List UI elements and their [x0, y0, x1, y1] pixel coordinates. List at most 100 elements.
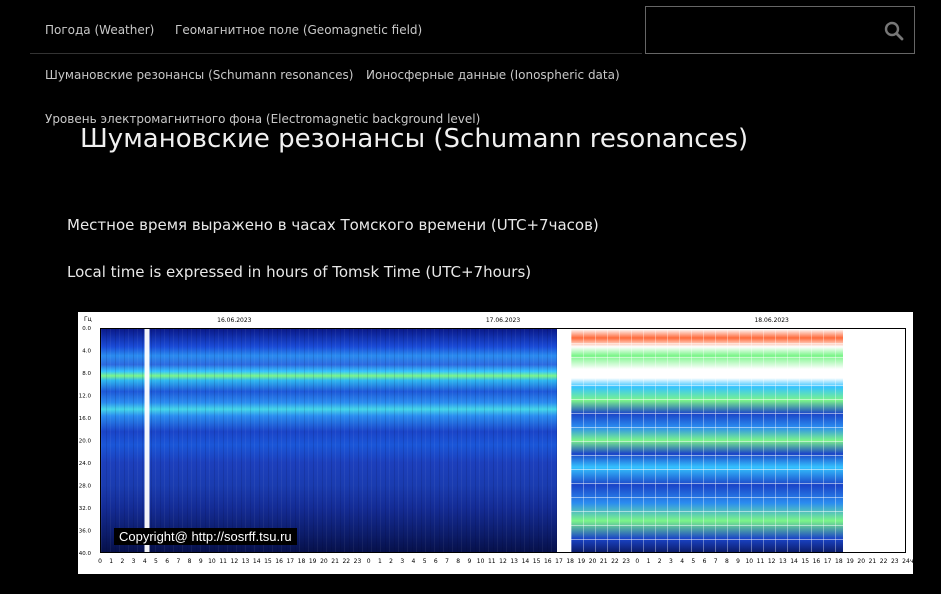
- schumann-spectrogram: Гц 0.0 4.0 8.0 12.0 16.0 20.0 24.0 28.0 32.0 36.0 4…: [78, 312, 913, 574]
- x-tick-label: 8: [456, 558, 460, 565]
- x-tick-label: 20: [589, 558, 597, 565]
- x-tick-label: 6: [165, 558, 169, 565]
- x-tick-label: 9: [468, 558, 472, 565]
- x-tick-label: 17: [286, 558, 294, 565]
- x-tick-label: 15: [264, 558, 272, 565]
- y-tick-label: 40.0: [79, 551, 92, 557]
- y-tick-label: 20.0: [79, 439, 92, 445]
- x-tick-label: 19: [309, 558, 317, 565]
- x-tick-label: 1: [109, 558, 113, 565]
- y-tick-label: 12.0: [79, 394, 92, 400]
- nav-ionospheric-data[interactable]: Ионосферные данные (Ionospheric data): [366, 68, 620, 82]
- y-tick-label: 8.0: [82, 371, 91, 377]
- x-tick-label: 0: [635, 558, 639, 565]
- x-tick-label: 22: [611, 558, 619, 565]
- nav-divider: [30, 53, 642, 54]
- x-tick-label: 23: [354, 558, 362, 565]
- x-tick-label: 5: [154, 558, 158, 565]
- x-tick-label: 10: [745, 558, 753, 565]
- x-tick-label: 13: [779, 558, 787, 565]
- y-tick-label: 32.0: [79, 506, 92, 512]
- date-label: 18.06.2023: [754, 317, 789, 324]
- x-tick-label: 5: [423, 558, 427, 565]
- y-tick-label: 28.0: [79, 484, 92, 490]
- x-tick-label: 16: [813, 558, 821, 565]
- x-tick-label: 2: [389, 558, 393, 565]
- x-tick-label: 21: [331, 558, 339, 565]
- x-tick-label: 0: [98, 558, 102, 565]
- x-tick-label: 5: [691, 558, 695, 565]
- x-tick-label: 16: [544, 558, 552, 565]
- x-tick-label: 15: [533, 558, 541, 565]
- y-tick-label: 24.0: [79, 461, 92, 467]
- nav-weather[interactable]: Погода (Weather): [45, 23, 154, 37]
- x-tick-label: 12: [499, 558, 507, 565]
- x-tick-label: 18: [298, 558, 306, 565]
- x-tick-label: 17: [824, 558, 832, 565]
- x-tick-label: 13: [242, 558, 250, 565]
- copyright-label: Copyright@ http://sosrff.tsu.ru: [114, 528, 297, 545]
- timezone-note-ru: Местное время выражено в часах Томского …: [67, 216, 599, 234]
- x-tick-label: 7: [445, 558, 449, 565]
- x-axis-unit: час: [910, 558, 913, 565]
- x-tick-label: 0: [367, 558, 371, 565]
- x-tick-label: 2: [120, 558, 124, 565]
- y-tick-label: 0.0: [82, 326, 91, 332]
- x-tick-label: 20: [320, 558, 328, 565]
- x-tick-label: 14: [253, 558, 261, 565]
- page-title: Шумановские резонансы (Schumann resonanc…: [80, 124, 749, 154]
- y-tick-label: 36.0: [79, 529, 92, 535]
- search-input[interactable]: [654, 15, 874, 45]
- x-tick-label: 23: [622, 558, 630, 565]
- x-tick-label: 17: [555, 558, 563, 565]
- x-tick-label: 19: [578, 558, 586, 565]
- x-tick-label: 1: [647, 558, 651, 565]
- nav-schumann-resonances[interactable]: Шумановские резонансы (Schumann resonanc…: [45, 68, 353, 82]
- x-tick-label: 4: [143, 558, 147, 565]
- x-tick-label: 6: [434, 558, 438, 565]
- x-tick-label: 23: [891, 558, 899, 565]
- x-tick-label: 4: [680, 558, 684, 565]
- x-tick-label: 18: [566, 558, 574, 565]
- x-tick-label: 14: [790, 558, 798, 565]
- date-label: 16.06.2023: [217, 317, 252, 324]
- search-icon[interactable]: [884, 21, 904, 41]
- nav-geomagnetic-field[interactable]: Геомагнитное поле (Geomagnetic field): [175, 23, 422, 37]
- x-tick-label: 7: [176, 558, 180, 565]
- x-tick-label: 3: [132, 558, 136, 565]
- x-tick-label: 11: [488, 558, 496, 565]
- y-tick-label: 4.0: [82, 349, 91, 355]
- x-tick-label: 8: [188, 558, 192, 565]
- y-tick-label: 16.0: [79, 416, 92, 422]
- timezone-note-en: Local time is expressed in hours of Toms…: [67, 263, 532, 281]
- x-tick-label: 6: [703, 558, 707, 565]
- x-tick-label: 20: [857, 558, 865, 565]
- x-tick-label: 1: [378, 558, 382, 565]
- x-tick-label: 22: [880, 558, 888, 565]
- x-tick-label: 2: [658, 558, 662, 565]
- x-tick-label: 22: [342, 558, 350, 565]
- search-box: [645, 6, 915, 54]
- date-label: 17.06.2023: [486, 317, 521, 324]
- x-tick-label: 21: [600, 558, 608, 565]
- x-tick-label: 4: [412, 558, 416, 565]
- x-tick-label: 21: [869, 558, 877, 565]
- x-tick-label: 24: [902, 558, 910, 565]
- x-tick-label: 10: [477, 558, 485, 565]
- y-axis-unit: Гц: [84, 316, 92, 323]
- x-tick-label: 7: [714, 558, 718, 565]
- x-tick-label: 8: [725, 558, 729, 565]
- x-tick-label: 11: [219, 558, 227, 565]
- x-tick-label: 19: [846, 558, 854, 565]
- x-tick-label: 9: [199, 558, 203, 565]
- x-tick-label: 18: [835, 558, 843, 565]
- x-tick-label: 14: [522, 558, 530, 565]
- x-tick-label: 9: [736, 558, 740, 565]
- x-tick-label: 16: [275, 558, 283, 565]
- x-tick-label: 15: [801, 558, 809, 565]
- x-tick-label: 10: [208, 558, 216, 565]
- x-tick-label: 12: [231, 558, 239, 565]
- x-tick-label: 3: [400, 558, 404, 565]
- x-tick-label: 12: [768, 558, 776, 565]
- x-tick-label: 11: [757, 558, 765, 565]
